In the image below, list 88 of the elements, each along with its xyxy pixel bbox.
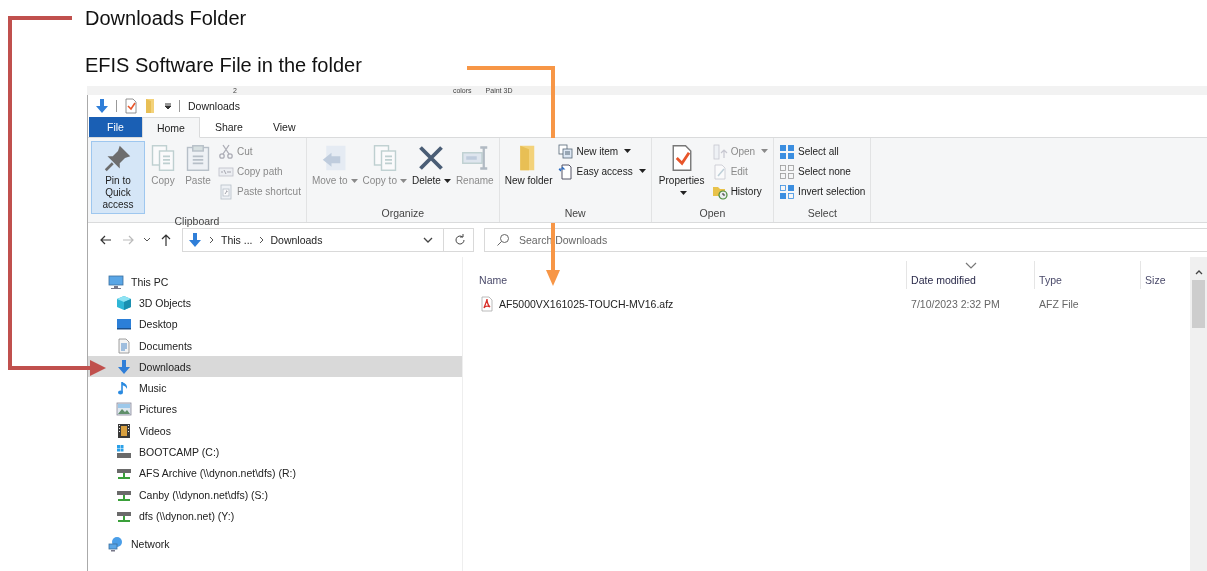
empty-grid-icon (779, 163, 796, 180)
search-icon (496, 232, 510, 247)
scrollbar[interactable] (1190, 257, 1207, 571)
delete-icon (417, 144, 446, 172)
nav-item[interactable]: AFS Archive (\\dynon.net\dfs) (R:) (88, 462, 463, 484)
drive-icon (116, 444, 132, 460)
ribbon-tab[interactable]: Share (199, 117, 258, 137)
new-item-icon (557, 143, 574, 160)
ribbon-button[interactable]: Easy access (555, 162, 648, 181)
ribbon-button[interactable]: New folder (502, 141, 555, 206)
table-cell-text: AFZ File (1038, 298, 1080, 310)
nav-item[interactable]: This PC (88, 271, 463, 293)
document-icon (557, 163, 574, 180)
move-icon (320, 144, 349, 172)
breadcrumb[interactable]: This ... (221, 233, 253, 246)
annotation-caption: Downloads Folder (85, 6, 248, 30)
caret-icon (761, 149, 769, 154)
ribbon-button[interactable]: History (709, 182, 771, 201)
file-name[interactable]: AF5000VX161025-TOUCH-MV16.afz (463, 296, 907, 312)
window-title: Downloads (188, 100, 240, 112)
nav-item[interactable]: Music (88, 377, 463, 399)
column-header[interactable]: Name (463, 261, 907, 289)
caret-icon (624, 149, 632, 154)
picture-icon (116, 401, 132, 418)
cube-icon (116, 294, 132, 311)
documents-icon (149, 144, 177, 172)
shortcut-icon (218, 183, 234, 200)
open-icon (711, 143, 728, 160)
pdf-icon (479, 296, 496, 312)
nav-item[interactable]: 3D Objects (88, 292, 463, 314)
nav-item[interactable]: Downloads (88, 356, 463, 378)
scroll-up-icon[interactable] (1194, 269, 1203, 275)
nav-item[interactable]: Documents (88, 334, 463, 357)
table-cell-text: 7/10/2023 2:32 PM (910, 298, 1001, 310)
desktop-icon (116, 316, 132, 333)
address-bar[interactable]: This ... Downloads (182, 227, 474, 252)
nav-item[interactable]: dfs (\\dynon.net) (Y:) (88, 505, 463, 527)
down-arrow-icon (116, 358, 132, 375)
ribbon-button[interactable]: Select all (777, 142, 868, 161)
network-icon (108, 536, 124, 553)
sort-chevron-icon (965, 262, 978, 269)
chevron-icon (208, 234, 216, 245)
breadcrumb[interactable]: Downloads (270, 233, 323, 246)
grid-icon (779, 143, 796, 160)
ribbon-button[interactable]: Properties (654, 141, 709, 206)
invert-grid-icon (779, 183, 796, 200)
group-label: New (563, 206, 587, 221)
nav-item[interactable]: Network (88, 533, 463, 555)
film-icon (116, 422, 132, 439)
scissors-icon (218, 143, 234, 160)
ribbon-tab[interactable]: File (89, 117, 142, 137)
rename-icon (460, 144, 489, 172)
caret-icon (350, 178, 358, 184)
pin-icon (104, 144, 132, 172)
group-label: Clipboard (173, 214, 221, 228)
column-header[interactable]: Date modified (906, 261, 1035, 289)
edit-icon (711, 163, 728, 180)
scroll-thumb[interactable] (1192, 280, 1205, 328)
column-header[interactable]: Type (1034, 261, 1141, 289)
document-icon (116, 337, 132, 354)
clipboard-icon (184, 144, 212, 172)
ribbon-button[interactable]: Invert selection (777, 182, 868, 201)
caret-icon (679, 190, 687, 196)
caret-icon (399, 178, 407, 184)
refresh-icon[interactable] (453, 232, 467, 247)
group-label: Organize (380, 206, 426, 221)
nav-item[interactable]: Desktop (88, 313, 463, 335)
ribbon-button[interactable]: New item (555, 142, 648, 161)
nav-item[interactable]: Videos (88, 420, 463, 442)
ribbon-tab[interactable]: View (257, 117, 311, 137)
ribbon-button[interactable]: Select none (777, 162, 868, 181)
group-label: Select (806, 206, 838, 221)
down-arrow-icon (94, 98, 110, 114)
ribbon-button[interactable]: Pin to Quick access (91, 141, 145, 214)
customize-dropdown-icon[interactable] (163, 101, 173, 111)
annotation-caption: EFIS Software File in the folder (85, 53, 363, 77)
ribbon-button[interactable]: Delete (409, 141, 453, 206)
caret-icon (443, 178, 451, 184)
ribbon-tab[interactable]: Home (141, 117, 200, 138)
down-arrow-icon (187, 231, 203, 248)
group-label: Open (698, 206, 727, 221)
checkmark-document-icon (123, 98, 139, 114)
nav-item[interactable]: Pictures (88, 398, 463, 421)
nav-item[interactable]: Canby (\\dynon.net\dfs) (S:) (88, 483, 463, 506)
chevron-icon (257, 234, 266, 245)
monitor-icon (108, 273, 124, 290)
nav-item[interactable]: BOOTCAMP (C:) (88, 441, 463, 463)
caret-icon (638, 169, 646, 174)
